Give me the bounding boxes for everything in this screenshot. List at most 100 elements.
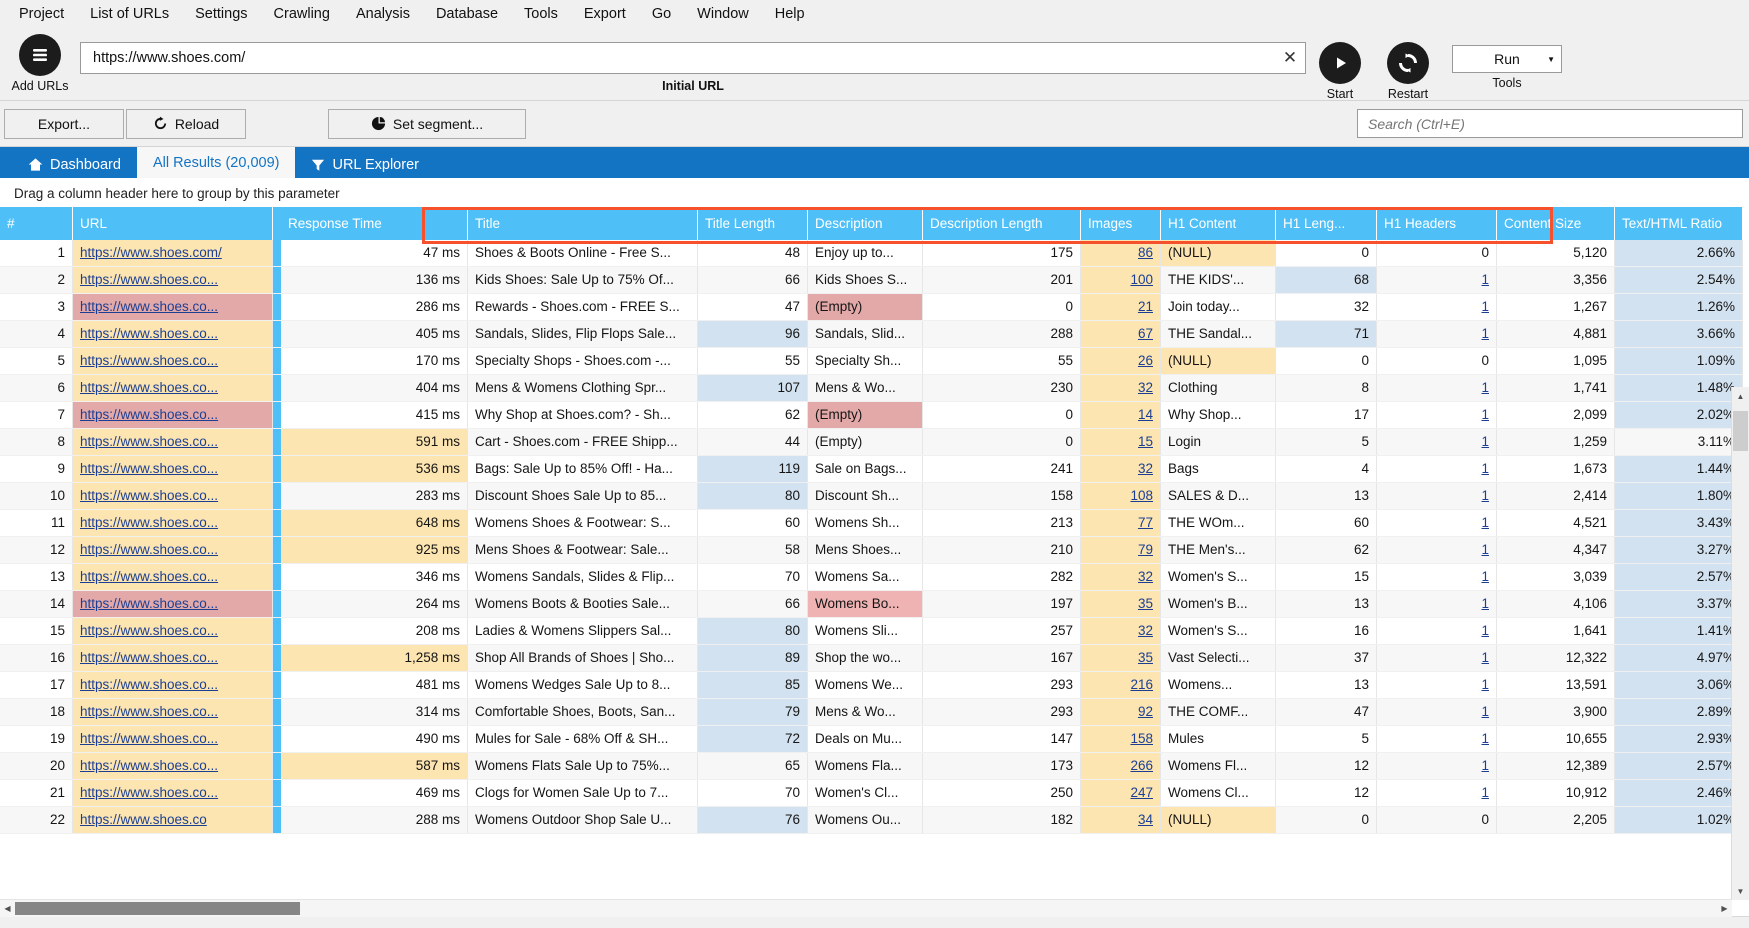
grid-header-h1h[interactable]: H1 Headers [1376,207,1497,240]
table-row[interactable]: 16 https://www.shoes.co... 1,258 ms Shop Al… [0,644,1743,672]
cell-h1-content[interactable]: Mules [1160,725,1276,753]
cell-text-html-ratio[interactable]: 2.57% [1614,563,1743,591]
table-row[interactable]: 21 https://www.shoes.co... 469 ms Clogs for… [0,779,1743,807]
cell-title-length[interactable]: 60 [697,509,808,537]
cell-response-time[interactable]: 415 ms [280,401,468,429]
cell-description-length[interactable]: 201 [922,266,1081,294]
menu-item-crawling[interactable]: Crawling [261,2,343,26]
h1-headers-link[interactable]: 1 [1481,434,1489,449]
cell-images[interactable]: 35 [1080,644,1161,672]
cell-h1-content[interactable]: Bags [1160,455,1276,483]
cell-content-size[interactable]: 3,356 [1496,266,1615,294]
cell-h1-content[interactable]: (NULL) [1160,806,1276,834]
cell-title[interactable]: Womens Sandals, Slides & Flip... [467,563,698,591]
cell-title-length[interactable]: 66 [697,266,808,294]
cell-h1-content[interactable]: Join today... [1160,293,1276,321]
url-link[interactable]: https://www.shoes.co... [80,461,218,476]
cell-h1-content[interactable]: THE KIDS'... [1160,266,1276,294]
url-link[interactable]: https://www.shoes.co... [80,434,218,449]
cell-title-length[interactable]: 58 [697,536,808,564]
table-row[interactable]: 17 https://www.shoes.co... 481 ms Womens We… [0,671,1743,699]
cell-response-time[interactable]: 648 ms [280,509,468,537]
url-link[interactable]: https://www.shoes.co... [80,569,218,584]
cell-description[interactable]: Womens Sa... [807,563,923,591]
cell-title[interactable]: Sandals, Slides, Flip Flops Sale... [467,320,698,348]
cell-description[interactable]: Mens & Wo... [807,698,923,726]
url-link[interactable]: https://www.shoes.co... [80,353,218,368]
scroll-right-icon[interactable]: ▶ [1717,900,1732,917]
cell-title-length[interactable]: 80 [697,617,808,645]
cell-response-time[interactable]: 47 ms [280,240,468,267]
cell-content-size[interactable]: 4,347 [1496,536,1615,564]
cell-text-html-ratio[interactable]: 2.54% [1614,266,1743,294]
cell-description-length[interactable]: 175 [922,240,1081,267]
cell-description[interactable]: Womens Bo... [807,590,923,618]
cell-title-length[interactable]: 79 [697,698,808,726]
h1-headers-link[interactable]: 1 [1481,542,1489,557]
grid-header-rt[interactable]: Response Time [280,207,468,240]
cell-description[interactable]: Mens & Wo... [807,374,923,402]
cell-url[interactable]: https://www.shoes.co... [72,752,273,780]
cell-images[interactable]: 14 [1080,401,1161,429]
cell-description-length[interactable]: 182 [922,806,1081,834]
table-row[interactable]: 1 https://www.shoes.com/47 ms Shoes & Boot… [0,240,1743,267]
menu-item-analysis[interactable]: Analysis [343,2,423,26]
cell-images[interactable]: 15 [1080,428,1161,456]
cell-h1-length[interactable]: 8 [1275,374,1377,402]
cell-content-size[interactable]: 1,673 [1496,455,1615,483]
cell-h1-content[interactable]: THE Men's... [1160,536,1276,564]
grid-header-h1c[interactable]: H1 Content [1160,207,1276,240]
table-row[interactable]: 7 https://www.shoes.co... 415 ms Why Shop a… [0,401,1743,429]
cell-content-size[interactable]: 12,322 [1496,644,1615,672]
images-link[interactable]: 26 [1138,353,1153,368]
cell-text-html-ratio[interactable]: 3.43% [1614,509,1743,537]
images-link[interactable]: 247 [1130,785,1153,800]
cell-h1-length[interactable]: 12 [1275,752,1377,780]
cell-text-html-ratio[interactable]: 1.44% [1614,455,1743,483]
cell-content-size[interactable]: 12,389 [1496,752,1615,780]
cell-images[interactable]: 26 [1080,347,1161,375]
cell-url[interactable]: https://www.shoes.co... [72,725,273,753]
scroll-up-icon[interactable]: ▲ [1732,387,1749,405]
cell-h1-content[interactable]: (NULL) [1160,240,1276,267]
cell-images[interactable]: 32 [1080,617,1161,645]
url-link[interactable]: https://www.shoes.co... [80,704,218,719]
search-input[interactable] [1366,114,1734,133]
cell-description-length[interactable]: 210 [922,536,1081,564]
url-link[interactable]: https://www.shoes.co... [80,515,218,530]
cell-description-length[interactable]: 0 [922,428,1081,456]
cell-url[interactable]: https://www.shoes.co... [72,563,273,591]
url-link[interactable]: https://www.shoes.co... [80,488,218,503]
cell-url[interactable]: https://www.shoes.co... [72,428,273,456]
cell-h1-length[interactable]: 62 [1275,536,1377,564]
vertical-scroll-thumb[interactable] [1733,411,1748,451]
scroll-down-icon[interactable]: ▼ [1732,882,1749,900]
cell-response-time[interactable]: 288 ms [280,806,468,834]
cell-url[interactable]: https://www.shoes.co... [72,482,273,510]
url-link[interactable]: https://www.shoes.co... [80,623,218,638]
cell-response-time[interactable]: 208 ms [280,617,468,645]
cell-title-length[interactable]: 85 [697,671,808,699]
cell-h1-content[interactable]: Clothing [1160,374,1276,402]
cell-description[interactable]: (Empty) [807,401,923,429]
table-row[interactable]: 19 https://www.shoes.co... 490 ms Mules for… [0,725,1743,753]
images-link[interactable]: 108 [1130,488,1153,503]
cell-h1-content[interactable]: Womens... [1160,671,1276,699]
grid-header-h1len[interactable]: H1 Leng... [1275,207,1377,240]
url-input-box[interactable]: ✕ [80,42,1306,74]
images-link[interactable]: 21 [1138,299,1153,314]
cell-response-time[interactable]: 591 ms [280,428,468,456]
url-link[interactable]: https://www.shoes.co... [80,407,218,422]
table-row[interactable]: 2 https://www.shoes.co... 136 ms Kids Shoes… [0,266,1743,294]
set-segment-button[interactable]: Set segment... [328,108,526,139]
cell-description-length[interactable]: 293 [922,698,1081,726]
cell-content-size[interactable]: 1,095 [1496,347,1615,375]
cell-title-length[interactable]: 89 [697,644,808,672]
cell-description[interactable]: Discount Sh... [807,482,923,510]
table-row[interactable]: 10 https://www.shoes.co... 283 ms Discount … [0,482,1743,510]
grid-header-url[interactable]: URL [72,207,273,240]
cell-images[interactable]: 21 [1080,293,1161,321]
cell-h1-length[interactable]: 12 [1275,779,1377,807]
cell-images[interactable]: 79 [1080,536,1161,564]
cell-text-html-ratio[interactable]: 1.80% [1614,482,1743,510]
